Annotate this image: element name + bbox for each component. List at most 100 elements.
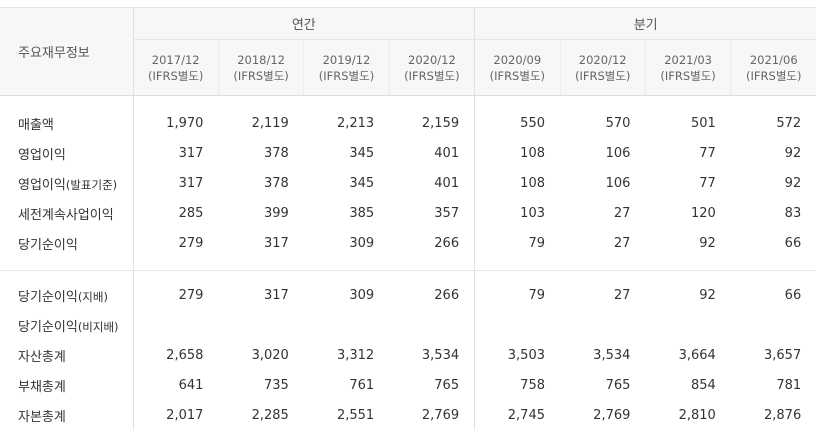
row-label: 당기순이익 bbox=[18, 237, 78, 253]
table-cell: 572 bbox=[776, 115, 802, 131]
table-cell: 83 bbox=[784, 205, 802, 221]
row-label: 영업이익 bbox=[18, 147, 66, 163]
table-cell: 761 bbox=[349, 377, 375, 393]
table-row: 당기순이익 279 317 309 266 79 27 92 66 bbox=[0, 228, 816, 258]
table-cell: 92 bbox=[699, 287, 716, 303]
period-basis: (IFRS별도) bbox=[746, 68, 802, 83]
table-cell: 3,657 bbox=[764, 347, 802, 363]
table-cell: 3,534 bbox=[421, 347, 460, 363]
row-label: 자본총계 bbox=[18, 409, 66, 425]
table-cell: 3,020 bbox=[251, 347, 289, 363]
table-cell: 317 bbox=[263, 235, 289, 251]
table-cell bbox=[218, 310, 303, 340]
period-header: 2019/12 (IFRS별도) bbox=[303, 39, 390, 96]
table-cell: 378 bbox=[263, 175, 289, 191]
table-cell: 765 bbox=[605, 377, 631, 393]
table-cell: 266 bbox=[434, 235, 460, 251]
table-cell: 106 bbox=[605, 145, 631, 161]
table-cell: 401 bbox=[434, 175, 460, 191]
period-basis: (IFRS별도) bbox=[489, 68, 546, 83]
table-cell: 2,551 bbox=[336, 407, 375, 423]
period-basis: (IFRS별도) bbox=[147, 68, 204, 83]
table-cell: 735 bbox=[263, 377, 289, 393]
table-cell: 854 bbox=[690, 377, 716, 393]
table-cell: 2,745 bbox=[474, 400, 560, 430]
table-cell: 2,119 bbox=[251, 115, 289, 131]
table-cell: 2,810 bbox=[678, 407, 716, 423]
table-cell bbox=[560, 310, 645, 340]
period-date: 2020/12 bbox=[578, 52, 627, 67]
table-cell: 92 bbox=[784, 145, 802, 161]
period-date: 2020/09 bbox=[493, 52, 542, 67]
table-cell: 77 bbox=[699, 175, 716, 191]
table-cell: 378 bbox=[263, 145, 289, 161]
table-cell: 92 bbox=[784, 175, 802, 191]
table-row: 자산총계 2,658 3,020 3,312 3,534 3,503 3,534… bbox=[0, 340, 816, 370]
table-cell: 309 bbox=[349, 287, 375, 303]
period-basis: (IFRS별도) bbox=[660, 68, 716, 83]
table-cell: 279 bbox=[132, 228, 219, 258]
table-cell bbox=[304, 310, 389, 340]
table-cell: 317 bbox=[132, 168, 219, 198]
row-label: 부채총계 bbox=[18, 379, 66, 395]
period-basis: (IFRS별도) bbox=[233, 68, 289, 83]
table-cell: 2,658 bbox=[132, 340, 219, 370]
table-row: 당기순이익(지배) 279 317 309 266 79 27 92 66 bbox=[0, 280, 816, 310]
period-header: 2017/12 (IFRS별도) bbox=[132, 39, 219, 96]
table-cell: 345 bbox=[349, 175, 375, 191]
table-cell: 317 bbox=[263, 287, 289, 303]
period-date: 2018/12 bbox=[237, 52, 285, 67]
table-cell: 641 bbox=[132, 370, 219, 400]
table-cell: 3,503 bbox=[474, 340, 560, 370]
period-header: 2018/12 (IFRS별도) bbox=[217, 39, 304, 96]
table-row: 매출액 1,970 2,119 2,213 2,159 550 570 501 … bbox=[0, 108, 816, 138]
table-cell: 401 bbox=[434, 145, 460, 161]
table-cell: 77 bbox=[699, 145, 716, 161]
table-cell: 79 bbox=[474, 228, 560, 258]
table-row: 영업이익 317 378 345 401 108 106 77 92 bbox=[0, 138, 816, 168]
period-header: 2021/06 (IFRS별도) bbox=[730, 39, 816, 96]
table-cell: 266 bbox=[434, 287, 460, 303]
table-cell: 2,769 bbox=[421, 407, 460, 423]
period-date: 2020/12 bbox=[408, 52, 456, 67]
table-cell: 285 bbox=[132, 198, 219, 228]
financial-summary: 주요재무정보 연간 분기 2017/12 (IFRS별도) 2018/12 (IFR… bbox=[0, 0, 816, 432]
table-cell: 27 bbox=[613, 235, 631, 251]
table-cell: 27 bbox=[613, 287, 631, 303]
period-basis: (IFRS별도) bbox=[318, 68, 375, 83]
row-label: 자산총계 bbox=[18, 349, 66, 365]
table-cell: 108 bbox=[474, 168, 560, 198]
row-label: 세전계속사업이익 bbox=[18, 207, 114, 223]
table-row: 영업이익(발표기준) 317 378 345 401 108 106 77 92 bbox=[0, 168, 816, 198]
table-cell: 120 bbox=[690, 205, 716, 221]
period-header: 2020/12 (IFRS별도) bbox=[559, 39, 646, 96]
table-cell: 92 bbox=[699, 235, 716, 251]
table-cell: 385 bbox=[349, 205, 375, 221]
table-cell: 108 bbox=[474, 138, 560, 168]
table-row: 부채총계 641 735 761 765 758 765 854 781 bbox=[0, 370, 816, 400]
table-cell: 570 bbox=[605, 115, 631, 131]
table-cell: 279 bbox=[132, 280, 219, 310]
table-cell: 106 bbox=[605, 175, 631, 191]
table-cell: 501 bbox=[690, 115, 716, 131]
table-cell: 2,876 bbox=[764, 407, 802, 423]
table-cell: 781 bbox=[776, 377, 802, 393]
row-label: 당기순이익(지배) bbox=[18, 289, 108, 305]
period-basis: (IFRS별도) bbox=[404, 68, 460, 83]
table-cell: 399 bbox=[263, 205, 289, 221]
period-date: 2017/12 bbox=[151, 52, 200, 67]
table-row: 세전계속사업이익 285 399 385 357 103 27 120 83 bbox=[0, 198, 816, 228]
table-cell: 2,159 bbox=[421, 115, 460, 131]
row-label: 영업이익(발표기준) bbox=[18, 177, 118, 193]
period-header: 2020/09 (IFRS별도) bbox=[474, 39, 560, 96]
table-cell bbox=[645, 310, 730, 340]
table-cell: 765 bbox=[434, 377, 460, 393]
table-cell: 3,312 bbox=[336, 347, 375, 363]
row-label: 매출액 bbox=[18, 117, 54, 133]
table-cell: 79 bbox=[474, 280, 560, 310]
table-cell: 27 bbox=[613, 205, 631, 221]
row-label: 당기순이익(비지배) bbox=[18, 319, 119, 335]
period-date: 2021/03 bbox=[664, 52, 712, 67]
table-cell: 3,534 bbox=[593, 347, 631, 363]
table-cell bbox=[132, 310, 219, 340]
